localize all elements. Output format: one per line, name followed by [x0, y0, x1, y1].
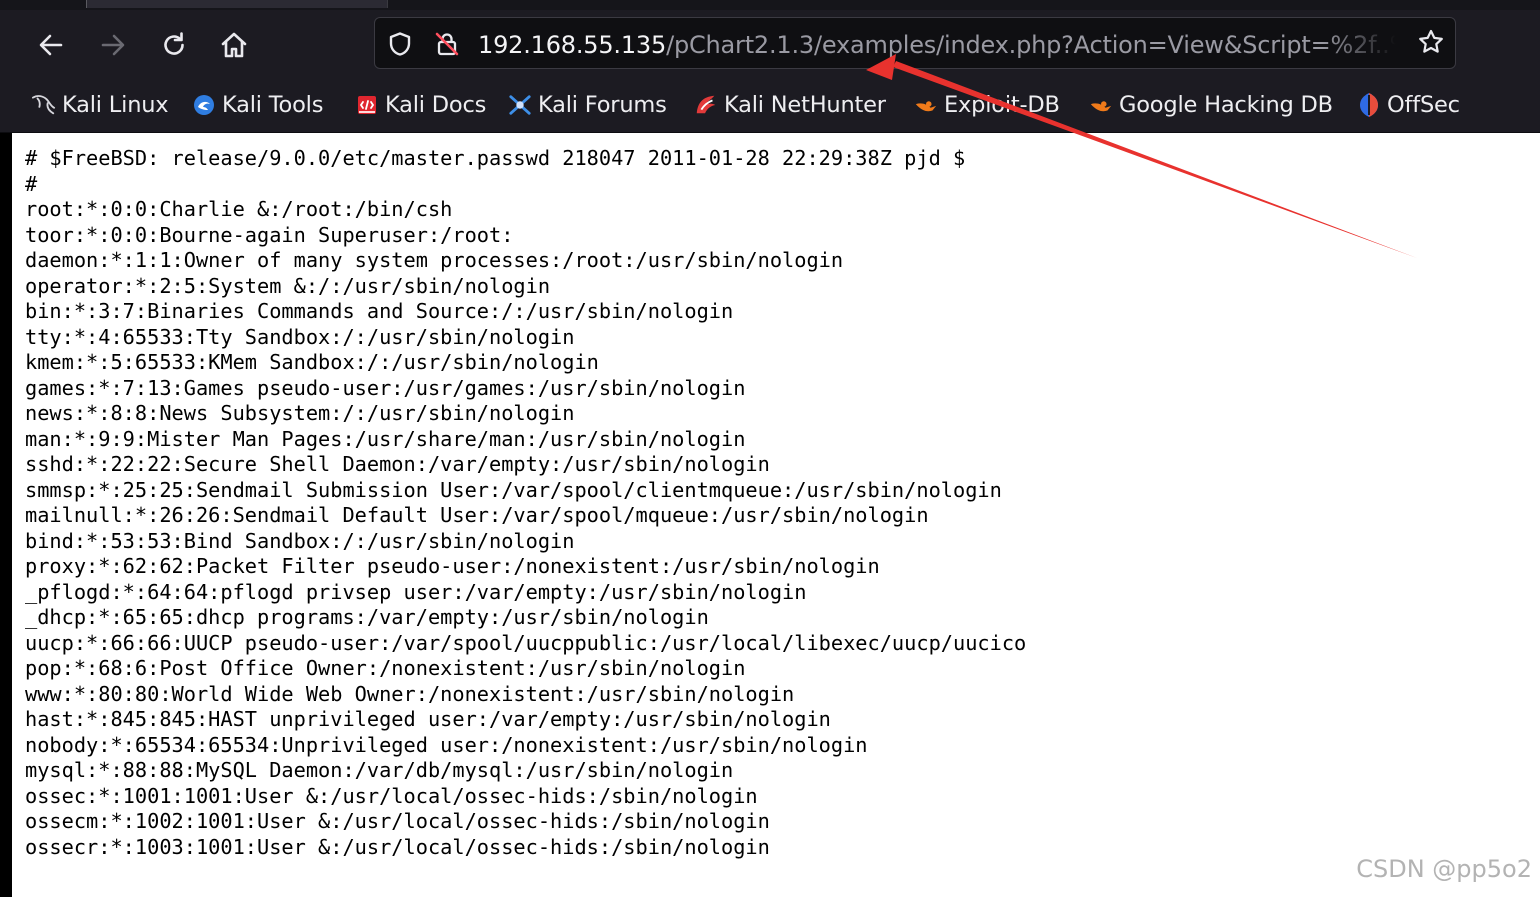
watermark: CSDN @pp5o2	[1356, 855, 1532, 883]
passwd-line: smmsp:*:25:25:Sendmail Submission User:/…	[25, 477, 1002, 502]
tracking-protection-shield-icon[interactable]	[387, 31, 413, 57]
bookmark-label: Google Hacking DB	[1119, 92, 1333, 118]
passwd-line: toor:*:0:0:Bourne-again Superuser:/root:	[25, 222, 514, 247]
bookmark-google-hacking-db[interactable]: Google Hacking DB	[1089, 90, 1333, 120]
bookmark-label: Kali Linux	[62, 92, 169, 118]
arrow-right-icon	[99, 31, 127, 59]
bookmarks-toolbar: Kali Linux Kali Tools Kali Docs Kali For…	[0, 78, 1540, 133]
browser-window: 192.168.55.135/pChart2.1.3/examples/inde…	[0, 0, 1540, 897]
bookmark-offsec[interactable]: OffSec	[1357, 90, 1460, 120]
passwd-line: mysql:*:88:88:MySQL Daemon:/var/db/mysql…	[25, 758, 734, 782]
passwd-line: hast:*:845:845:HAST unprivileged user:/v…	[25, 707, 831, 731]
passwd-line: ossecr:*:1003:1001:User &:/usr/local/oss…	[25, 834, 770, 859]
url-text[interactable]: 192.168.55.135/pChart2.1.3/examples/inde…	[478, 29, 1396, 61]
active-tab[interactable]	[86, 0, 388, 8]
passwd-line: bin:*:3:7:Binaries Commands and Source:/…	[25, 299, 734, 323]
bookmark-label: OffSec	[1387, 92, 1460, 118]
passwd-file-text: # $FreeBSD: release/9.0.0/etc/master.pas…	[25, 146, 1026, 860]
bookmark-kali-docs[interactable]: Kali Docs	[355, 90, 486, 120]
bookmark-kali-tools[interactable]: Kali Tools	[192, 90, 323, 120]
url-bar[interactable]: 192.168.55.135/pChart2.1.3/examples/inde…	[374, 17, 1456, 69]
bookmark-kali-linux[interactable]: Kali Linux	[32, 90, 169, 120]
passwd-line: _pflogd:*:64:64:pflogd privsep user:/var…	[25, 579, 807, 604]
passwd-line: bind:*:53:53:Bind Sandbox:/:/usr/sbin/no…	[25, 528, 575, 553]
kali-dragon-icon	[32, 93, 56, 117]
bookmark-kali-nethunter[interactable]: Kali NetHunter	[694, 90, 886, 120]
passwd-line: games:*:7:13:Games pseudo-user:/usr/game…	[25, 375, 746, 400]
back-button[interactable]	[34, 28, 68, 62]
bookmark-kali-forums[interactable]: Kali Forums	[508, 90, 667, 120]
bookmark-exploit-db[interactable]: Exploit-DB	[914, 90, 1060, 120]
passwd-line: man:*:9:9:Mister Man Pages:/usr/share/ma…	[25, 426, 746, 451]
passwd-line: _dhcp:*:65:65:dhcp programs:/var/empty:/…	[25, 605, 709, 629]
passwd-line: kmem:*:5:65533:KMem Sandbox:/:/usr/sbin/…	[25, 350, 599, 374]
url-host: 192.168.55.135	[478, 31, 667, 59]
bookmark-label: Kali NetHunter	[724, 92, 886, 118]
passwd-line: uucp:*:66:66:UUCP pseudo-user:/var/spool…	[25, 630, 1027, 655]
bookmark-star-button[interactable]	[1417, 28, 1445, 60]
kali-forums-icon	[508, 93, 532, 117]
url-path: /pChart2.1.3/examples/index.php?Action=V…	[666, 31, 1396, 59]
passwd-line: pop:*:68:6:Post Office Owner:/nonexisten…	[25, 656, 746, 680]
passwd-line: ossecm:*:1002:1001:User &:/usr/local/oss…	[25, 809, 770, 833]
passwd-line: mailnull:*:26:26:Sendmail Default User:/…	[25, 503, 929, 527]
reload-icon	[159, 30, 189, 60]
passwd-line: #	[25, 171, 38, 196]
navigation-toolbar: 192.168.55.135/pChart2.1.3/examples/inde…	[0, 10, 1540, 78]
passwd-line: daemon:*:1:1:Owner of many system proces…	[25, 248, 844, 272]
bookmark-label: Kali Docs	[385, 92, 487, 118]
passwd-line: proxy:*:62:62:Packet Filter pseudo-user:…	[25, 554, 880, 578]
passwd-line: www:*:80:80:World Wide Web Owner:/nonexi…	[25, 681, 795, 706]
google-hacking-db-icon	[1089, 93, 1113, 117]
arrow-left-icon	[37, 31, 65, 59]
passwd-line: root:*:0:0:Charlie &:/root:/bin/csh	[25, 197, 453, 221]
passwd-line: # $FreeBSD: release/9.0.0/etc/master.pas…	[25, 146, 966, 170]
passwd-line: news:*:8:8:News Subsystem:/:/usr/sbin/no…	[25, 401, 575, 425]
passwd-line: ossec:*:1001:1001:User &:/usr/local/osse…	[25, 783, 758, 808]
kali-docs-icon	[355, 93, 379, 117]
forward-button[interactable]	[96, 28, 130, 62]
passwd-line: nobody:*:65534:65534:Unprivileged user:/…	[25, 732, 868, 757]
exploit-db-icon	[914, 93, 938, 117]
passwd-line: sshd:*:22:22:Secure Shell Daemon:/var/em…	[25, 452, 770, 476]
bookmark-label: Kali Forums	[538, 92, 667, 118]
home-icon	[219, 30, 249, 60]
kali-tools-icon	[192, 93, 216, 117]
passwd-line: operator:*:2:5:System &:/:/usr/sbin/nolo…	[25, 273, 551, 298]
kali-nethunter-icon	[694, 93, 718, 117]
insecure-connection-lock-icon[interactable]	[434, 31, 460, 57]
tab-strip	[0, 0, 1540, 10]
passwd-line: tty:*:4:65533:Tty Sandbox:/:/usr/sbin/no…	[25, 324, 575, 349]
bookmark-star-icon	[1417, 28, 1445, 60]
page-content: # $FreeBSD: release/9.0.0/etc/master.pas…	[12, 133, 1540, 897]
reload-button[interactable]	[157, 28, 191, 62]
offsec-icon	[1357, 93, 1381, 117]
bookmark-label: Kali Tools	[222, 92, 324, 118]
bookmark-label: Exploit-DB	[944, 92, 1060, 118]
home-button[interactable]	[217, 28, 251, 62]
